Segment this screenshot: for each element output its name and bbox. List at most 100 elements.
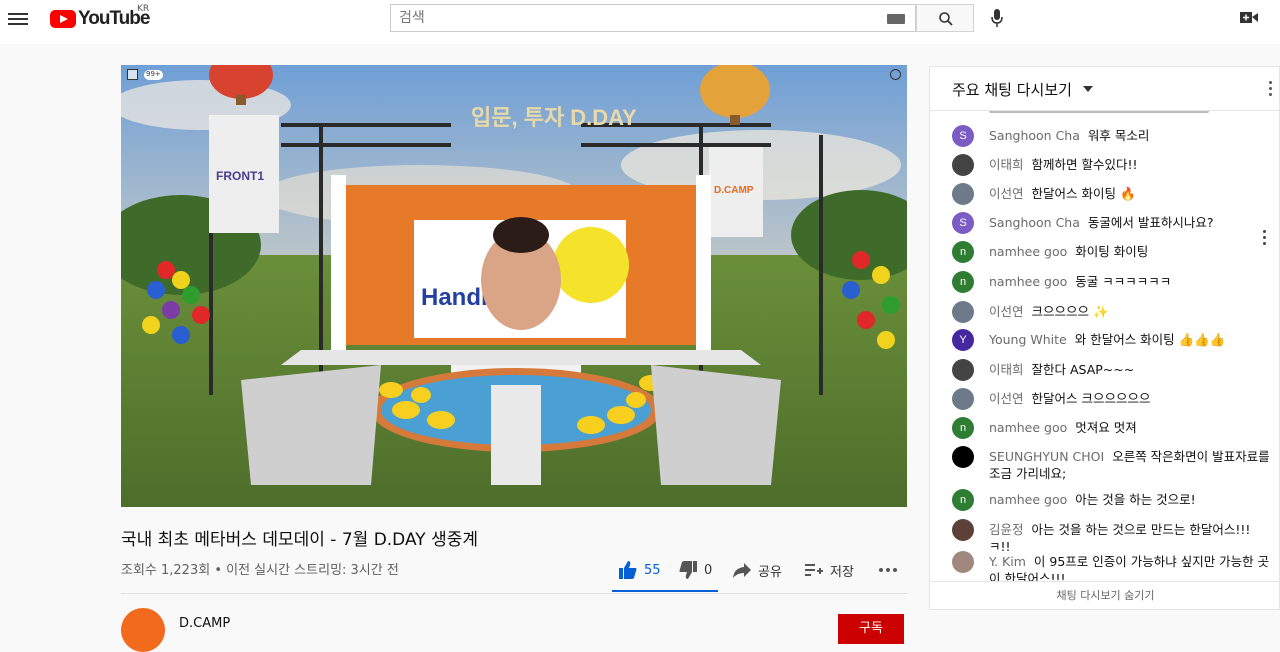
chat-author[interactable]: Sanghoon Cha bbox=[989, 128, 1080, 143]
chat-author[interactable]: 김윤정 bbox=[989, 522, 1024, 537]
chat-author[interactable]: Y. Kim bbox=[989, 554, 1026, 569]
chat-author[interactable]: 이선연 bbox=[989, 391, 1024, 406]
chat-message: n namhee goo 동굴 ㅋㅋㅋㅋㅋㅋ bbox=[952, 271, 1272, 293]
chat-message-body: 이태희 잘한다 ASAP~~~ bbox=[989, 361, 1134, 378]
like-count: 55 bbox=[644, 562, 661, 578]
avatar[interactable]: n bbox=[952, 241, 974, 263]
avatar[interactable]: Y bbox=[952, 329, 974, 351]
chat-message-body: 이태희 함께하면 할수있다!! bbox=[989, 156, 1138, 173]
search-box bbox=[390, 4, 916, 32]
chat-author[interactable]: 이선연 bbox=[989, 304, 1024, 319]
chat-message: n namhee goo 멋져요 멋져 bbox=[952, 417, 1272, 439]
chat-message-body: SEUNGHYUN CHOI 오른쪽 작은화면이 발표자료를 조금 가리네요; bbox=[989, 448, 1272, 482]
subscribe-button[interactable]: 구독 bbox=[838, 614, 904, 644]
avatar[interactable]: S bbox=[952, 212, 974, 234]
chat-message-body: Y. Kim 이 95프로 인증이 가능하냐 싶지만 가능한 곳이 한달어스!!! bbox=[989, 553, 1272, 581]
chat-message-body: Sanghoon Cha 동굴에서 발표하시나요? bbox=[989, 214, 1214, 231]
chat-mode-dropdown[interactable]: 주요 채팅 다시보기 bbox=[952, 79, 1072, 100]
chat-text: 아는 것을 하는 것으로 만드는 한달어스!!! ㅋ!! bbox=[989, 522, 1251, 554]
chat-author[interactable]: Sanghoon Cha bbox=[989, 215, 1080, 230]
chat-author[interactable]: namhee goo bbox=[989, 420, 1067, 435]
chat-text: 한달어스 화이팅 🔥 bbox=[1031, 186, 1136, 201]
chat-replay-panel: 주요 채팅 다시보기 S Sanghoon Cha 워후 목소리이태희 함께하면 할수… bbox=[929, 66, 1280, 610]
video-title: 국내 최초 메타버스 데모데이 - 7월 D.DAY 생중계 bbox=[121, 530, 478, 550]
like-button[interactable]: 55 bbox=[618, 556, 661, 584]
chat-message-body: 이선연 한달어스 화이팅 🔥 bbox=[989, 185, 1136, 202]
chat-message-body: namhee goo 멋져요 멋져 bbox=[989, 419, 1137, 436]
message-menu-icon[interactable] bbox=[1263, 230, 1267, 248]
dislike-button[interactable]: 0 bbox=[678, 556, 712, 584]
video-frame: FRONT1 D.CAMP 입문, 투자 D.DAY Handlous bbox=[121, 65, 907, 507]
avatar[interactable] bbox=[952, 519, 974, 541]
chevron-down-icon[interactable] bbox=[1083, 86, 1093, 92]
chat-message: 이태희 잘한다 ASAP~~~ bbox=[952, 359, 1272, 381]
thumbs-down-icon bbox=[679, 561, 697, 579]
keyboard-icon[interactable] bbox=[887, 14, 905, 24]
avatar[interactable] bbox=[952, 154, 974, 176]
microphone-icon[interactable] bbox=[990, 8, 1004, 28]
chat-message-body: Sanghoon Cha 워후 목소리 bbox=[989, 127, 1149, 144]
chat-author[interactable]: namhee goo bbox=[989, 492, 1067, 507]
chat-text: 동굴 ㅋㅋㅋㅋㅋㅋ bbox=[1075, 274, 1172, 289]
more-horizontal-icon bbox=[879, 568, 897, 572]
chat-message-list[interactable]: S Sanghoon Cha 워후 목소리 이태희 함께하면 할수있다!! 이선연 한달어스… bbox=[930, 111, 1280, 581]
chat-author[interactable]: 이선연 bbox=[989, 186, 1024, 201]
share-button[interactable]: 공유 bbox=[732, 556, 782, 584]
like-ratio-bar bbox=[612, 590, 718, 592]
avatar[interactable]: n bbox=[952, 271, 974, 293]
avatar[interactable] bbox=[952, 446, 974, 468]
chat-text: 멋져요 멋져 bbox=[1075, 420, 1137, 435]
chat-message-body: namhee goo 화이팅 화이팅 bbox=[989, 243, 1148, 260]
chat-author[interactable]: 이태희 bbox=[989, 157, 1024, 172]
chat-author[interactable]: 이태희 bbox=[989, 362, 1024, 377]
chat-message: 이선연 한달어스 화이팅 🔥 bbox=[952, 183, 1272, 205]
chat-text: 함께하면 할수있다!! bbox=[1031, 157, 1138, 172]
chat-message: SEUNGHYUN CHOI 오른쪽 작은화면이 발표자료를 조금 가리네요; bbox=[952, 446, 1272, 482]
chat-author[interactable]: namhee goo bbox=[989, 244, 1067, 259]
video-actions: 55 0 공유 저장 bbox=[612, 556, 912, 592]
hide-chat-button[interactable]: 채팅 다시보기 숨기기 bbox=[930, 581, 1280, 611]
chat-message-body: namhee goo 아는 것을 하는 것으로! bbox=[989, 491, 1196, 508]
avatar[interactable] bbox=[952, 388, 974, 410]
chat-author[interactable]: Young White bbox=[989, 332, 1067, 347]
banner-right-text: D.CAMP bbox=[714, 185, 754, 196]
search-input[interactable] bbox=[391, 5, 871, 31]
partial-message bbox=[952, 111, 1252, 115]
save-button[interactable]: 저장 bbox=[804, 556, 854, 584]
avatar[interactable]: S bbox=[952, 125, 974, 147]
avatar[interactable] bbox=[952, 359, 974, 381]
chat-text: 와 한달어스 화이팅 👍👍👍 bbox=[1074, 332, 1226, 347]
banner-left-text: FRONT1 bbox=[216, 169, 264, 183]
chat-message: n namhee goo 아는 것을 하는 것으로! bbox=[952, 489, 1272, 511]
avatar[interactable] bbox=[952, 551, 974, 573]
chat-message: 김윤정 아는 것을 하는 것으로 만드는 한달어스!!! ㅋ!! bbox=[952, 519, 1272, 555]
avatar[interactable] bbox=[952, 183, 974, 205]
region-label: KR bbox=[137, 4, 150, 14]
create-video-icon[interactable] bbox=[1240, 11, 1258, 24]
avatar[interactable]: n bbox=[952, 417, 974, 439]
chat-message: Y Young White 와 한달어스 화이팅 👍👍👍 bbox=[952, 329, 1272, 351]
chat-author[interactable]: SEUNGHYUN CHOI bbox=[989, 449, 1104, 464]
avatar[interactable] bbox=[952, 301, 974, 323]
share-label: 공유 bbox=[758, 564, 782, 580]
chat-message-body: 이선연 한달어스 크으으으으으 bbox=[989, 390, 1151, 407]
chat-author[interactable]: namhee goo bbox=[989, 274, 1067, 289]
youtube-logo[interactable]: YouTube bbox=[50, 8, 150, 30]
stage-sign: 입문, 투자 D.DAY bbox=[471, 105, 637, 130]
avatar[interactable]: n bbox=[952, 489, 974, 511]
chat-text: 워후 목소리 bbox=[1087, 128, 1150, 143]
player-menu-icon[interactable] bbox=[890, 69, 901, 80]
more-actions-button[interactable] bbox=[878, 556, 898, 584]
chat-text: 이 95프로 인증이 가능하냐 싶지만 가능한 곳이 한달어스!!! bbox=[989, 554, 1270, 581]
video-player[interactable]: FRONT1 D.CAMP 입문, 투자 D.DAY Handlous 99+ bbox=[121, 65, 907, 507]
chat-text: 동굴에서 발표하시나요? bbox=[1087, 215, 1214, 230]
roblox-home-icon[interactable] bbox=[127, 69, 138, 80]
channel-name[interactable]: D.CAMP bbox=[179, 616, 230, 631]
chat-text: 잘한다 ASAP~~~ bbox=[1031, 362, 1135, 377]
channel-avatar[interactable] bbox=[121, 608, 165, 652]
search-button[interactable] bbox=[916, 4, 974, 32]
save-label: 저장 bbox=[830, 564, 854, 580]
chat-menu-icon[interactable] bbox=[1269, 81, 1273, 99]
chat-text: 화이팅 화이팅 bbox=[1075, 244, 1149, 259]
menu-icon[interactable] bbox=[8, 10, 28, 26]
